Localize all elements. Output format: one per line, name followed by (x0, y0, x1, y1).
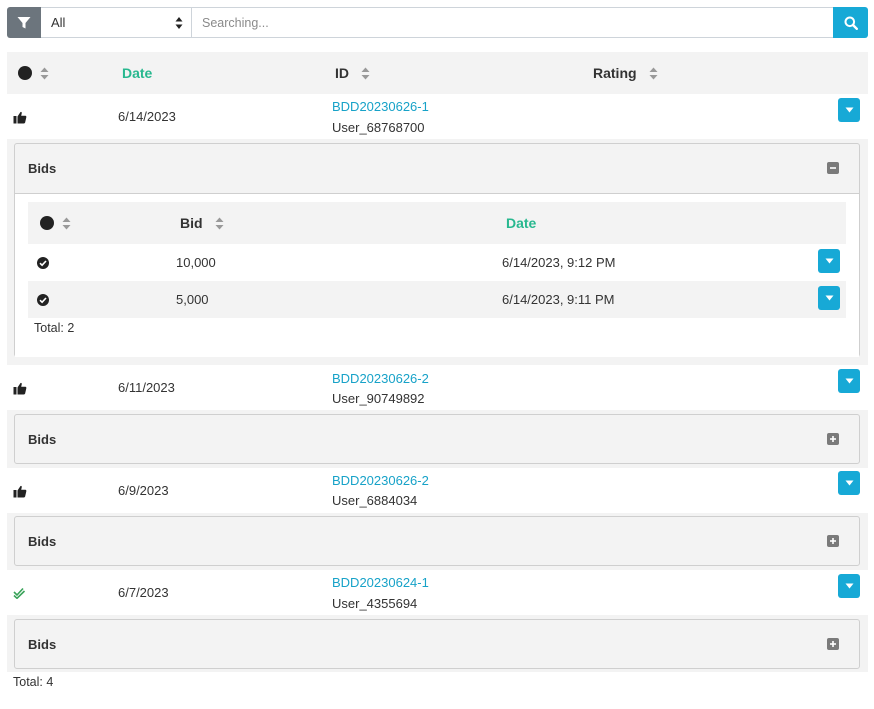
row-user: User_4355694 (332, 596, 418, 611)
row-id-link[interactable]: BDD20230624-1 (332, 575, 429, 590)
bids-panel: Bids (14, 414, 860, 464)
column-date-header[interactable]: Date (122, 52, 152, 94)
caret-down-icon (825, 258, 833, 264)
bids-table-header: Bid Date (28, 202, 846, 244)
bids-column-bid-label: Bid (180, 215, 203, 231)
filter-button[interactable] (7, 7, 41, 38)
plus-icon (830, 538, 836, 544)
check-circle-icon (37, 256, 49, 269)
thumbs-up-icon (13, 485, 27, 498)
table-row: 6/7/2023 BDD20230624-1 User_4355694 (7, 570, 868, 615)
toolbar: All (7, 7, 868, 38)
bids-panel: Bids (14, 619, 860, 669)
row-dropdown-button[interactable] (838, 471, 860, 495)
sort-icon (40, 67, 49, 79)
row-dropdown-button[interactable] (838, 574, 860, 598)
bids-panel-body: Bid Date 10,000 6/14/2023, 9:12 PM 5,000… (15, 193, 859, 357)
table-row: 6/9/2023 BDD20230626-2 User_6884034 (7, 468, 868, 513)
column-rating-label: Rating (593, 65, 637, 81)
sort-icon (62, 217, 71, 229)
status-dot-icon (18, 66, 32, 80)
select-arrows-icon (175, 17, 183, 29)
table-total: Total: 4 (13, 675, 54, 689)
status-dot-icon (40, 216, 54, 230)
bid-date: 6/14/2023, 9:12 PM (502, 255, 616, 270)
expand-button[interactable] (827, 433, 839, 445)
double-check-icon (13, 587, 26, 599)
sort-icon (649, 67, 658, 79)
table-row: 6/14/2023 BDD20230626-1 User_68768700 (7, 94, 868, 139)
row-id-link[interactable]: BDD20230626-2 (332, 371, 429, 386)
bids-column-date-header[interactable]: Date (506, 202, 536, 244)
table-row: 6/11/2023 BDD20230626-2 User_90749892 (7, 365, 868, 410)
bid-dropdown-button[interactable] (818, 286, 840, 310)
minus-icon (830, 167, 836, 169)
row-user: User_90749892 (332, 391, 425, 406)
collapse-button[interactable] (827, 162, 839, 174)
sort-icon (361, 67, 370, 79)
bid-status (37, 244, 49, 281)
bids-table-row: 10,000 6/14/2023, 9:12 PM (28, 244, 846, 281)
bid-status (37, 281, 49, 318)
expand-button[interactable] (827, 638, 839, 650)
magnifier-icon (844, 16, 858, 30)
bids-panel-title: Bids (28, 432, 57, 447)
bid-date: 6/14/2023, 9:11 PM (502, 292, 615, 307)
row-date: 6/7/2023 (118, 585, 169, 600)
column-id-label: ID (335, 65, 349, 81)
caret-down-icon (845, 107, 853, 113)
filter-select[interactable]: All (41, 7, 192, 38)
row-id-link[interactable]: BDD20230626-2 (332, 473, 429, 488)
search-input[interactable] (192, 7, 833, 38)
bid-dropdown-button[interactable] (818, 249, 840, 273)
bids-panel-title: Bids (28, 161, 57, 176)
column-id-header[interactable]: ID (335, 52, 370, 94)
bid-amount: 10,000 (176, 255, 216, 270)
bids-panel: Bids Bid Date 10,000 6/14/2023, 9:12 PM … (14, 143, 860, 357)
caret-down-icon (845, 480, 853, 486)
plus-icon (830, 641, 836, 647)
column-date-label: Date (122, 65, 153, 81)
bids-panel-title: Bids (28, 534, 57, 549)
thumbs-up-icon (13, 382, 27, 395)
caret-down-icon (845, 378, 853, 384)
caret-down-icon (845, 583, 853, 589)
thumbs-up-icon (13, 111, 27, 124)
funnel-icon (17, 16, 31, 28)
sort-icon (215, 217, 224, 229)
row-dropdown-button[interactable] (838, 98, 860, 122)
bids-panel-title: Bids (28, 637, 57, 652)
row-id-link[interactable]: BDD20230626-1 (332, 99, 429, 114)
row-user: User_68768700 (332, 120, 425, 135)
bids-table-row: 5,000 6/14/2023, 9:11 PM (28, 281, 846, 318)
bids-column-status-header[interactable] (40, 202, 71, 244)
bids-column-bid-header[interactable]: Bid (180, 202, 224, 244)
check-circle-icon (37, 293, 49, 306)
filter-select-value: All (51, 15, 66, 30)
bid-amount: 5,000 (176, 292, 209, 307)
row-date: 6/14/2023 (118, 109, 176, 124)
row-date: 6/11/2023 (118, 380, 175, 395)
bids-total: Total: 2 (34, 321, 75, 335)
plus-icon (830, 436, 836, 442)
column-status-header[interactable] (18, 52, 49, 94)
data-table: Date ID Rating 6/14/2023 BDD20230626-1 U… (7, 52, 868, 672)
row-user: User_6884034 (332, 493, 418, 508)
table-header: Date ID Rating (7, 52, 868, 94)
bids-column-date-label: Date (506, 215, 537, 231)
search-button[interactable] (833, 7, 868, 38)
row-date: 6/9/2023 (118, 483, 169, 498)
row-dropdown-button[interactable] (838, 369, 860, 393)
caret-down-icon (825, 295, 833, 301)
bids-panel: Bids (14, 516, 860, 566)
column-rating-header[interactable]: Rating (593, 52, 658, 94)
expand-button[interactable] (827, 535, 839, 547)
